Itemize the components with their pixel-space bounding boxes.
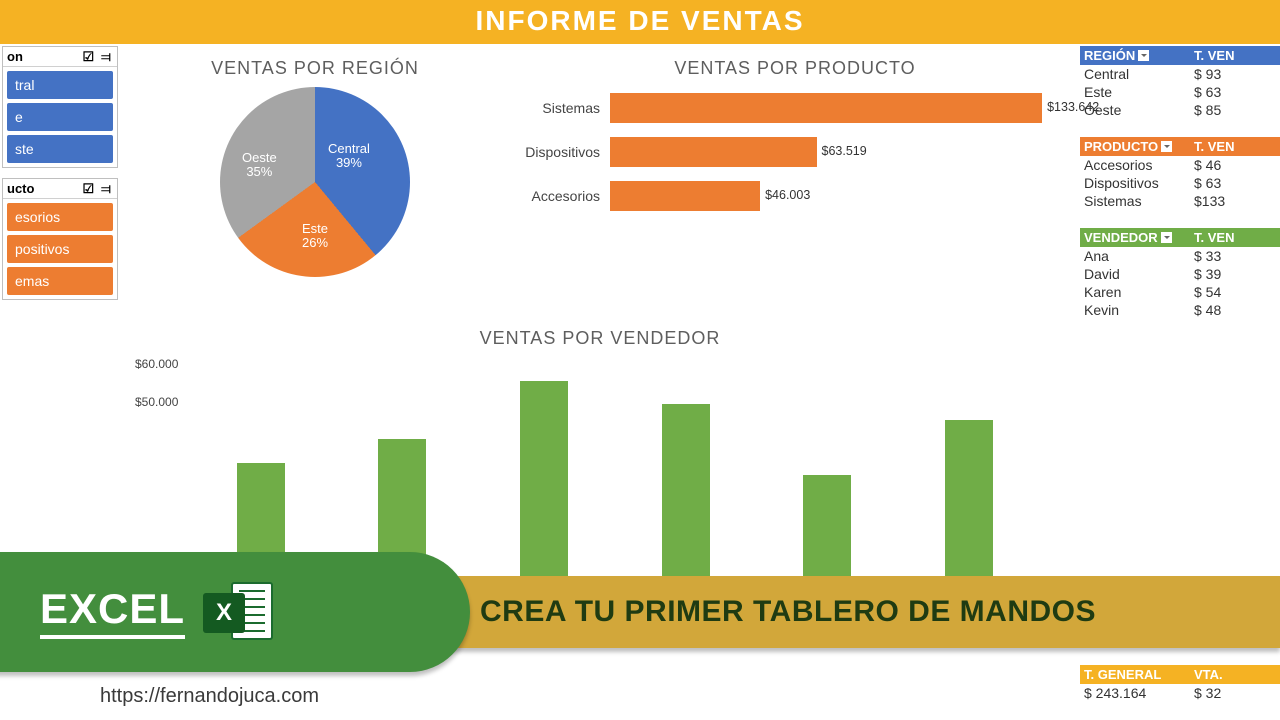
bar-cat: Sistemas bbox=[510, 100, 610, 116]
pie-label-central: Central39% bbox=[328, 142, 370, 171]
dropdown-icon[interactable] bbox=[1161, 232, 1172, 243]
slicer-item-este[interactable]: e bbox=[7, 103, 113, 131]
th-tven[interactable]: T. VEN bbox=[1194, 48, 1276, 63]
slicer-item-oeste[interactable]: ste bbox=[7, 135, 113, 163]
cell: $ 243.164 bbox=[1084, 685, 1194, 701]
clear-filter-icon[interactable]: ⫤ bbox=[99, 182, 113, 196]
th-tgeneral: T. GENERAL bbox=[1084, 667, 1194, 682]
col-lucas bbox=[803, 475, 851, 593]
table-total: T. GENERAL VTA. $ 243.164$ 32 bbox=[1080, 665, 1280, 702]
cell: Karen bbox=[1084, 284, 1194, 300]
xcat: David bbox=[379, 602, 412, 617]
th-producto[interactable]: PRODUCTO bbox=[1084, 139, 1158, 154]
bar-cat: Accesorios bbox=[510, 188, 610, 204]
bar-value: $63.519 bbox=[822, 144, 867, 158]
cell: $ 54 bbox=[1194, 284, 1276, 300]
th-region[interactable]: REGIÓN bbox=[1084, 48, 1135, 63]
slicer-region[interactable]: on ☑ ⫤ tral e ste bbox=[2, 46, 118, 168]
cell: $ 46 bbox=[1194, 157, 1276, 173]
chart-pie-region: VENTAS POR REGIÓN Central39% Este26% Oes… bbox=[130, 50, 500, 310]
chart-column-vendedor: VENTAS POR VENDEDOR $60.000 $50.000 Ana … bbox=[130, 320, 1070, 680]
cell: $ 63 bbox=[1194, 175, 1276, 191]
dropdown-icon[interactable] bbox=[1161, 141, 1172, 152]
cell: Kevin bbox=[1084, 302, 1194, 318]
slicer-region-label: on bbox=[7, 49, 23, 64]
cell: Ana bbox=[1084, 248, 1194, 264]
cell: Accesorios bbox=[1084, 157, 1194, 173]
table-producto: PRODUCTO T. VEN Accesorios$ 46 Dispositi… bbox=[1080, 137, 1280, 210]
multiselect-icon[interactable]: ☑ bbox=[81, 182, 95, 196]
slicer-producto[interactable]: ucto ☑ ⫤ esorios positivos emas bbox=[2, 178, 118, 300]
chart-bar-producto: VENTAS POR PRODUCTO Sistemas $133.642 Di… bbox=[510, 50, 1080, 310]
col-ana bbox=[237, 463, 285, 592]
cell: $ 85 bbox=[1194, 102, 1276, 118]
cell: Sistemas bbox=[1084, 193, 1194, 209]
cell: David bbox=[1084, 266, 1194, 282]
table-vendedor: VENDEDOR T. VEN Ana$ 33 David$ 39 Karen$… bbox=[1080, 228, 1280, 319]
cell: $ 32 bbox=[1194, 685, 1276, 701]
xcat: Karen bbox=[523, 602, 558, 617]
slicer-producto-label: ucto bbox=[7, 181, 34, 196]
multiselect-icon[interactable]: ☑ bbox=[81, 50, 95, 64]
cell: Central bbox=[1084, 66, 1194, 82]
cell: Dispositivos bbox=[1084, 175, 1194, 191]
col-sara bbox=[945, 420, 993, 592]
bar-value: $46.003 bbox=[765, 188, 810, 202]
chart-title: VENTAS POR VENDEDOR bbox=[130, 328, 1070, 349]
cell: $ 33 bbox=[1194, 248, 1276, 264]
cell: $ 48 bbox=[1194, 302, 1276, 318]
chart-title: VENTAS POR REGIÓN bbox=[130, 58, 500, 79]
cell: $ 93 bbox=[1194, 66, 1276, 82]
cell: Oeste bbox=[1084, 102, 1194, 118]
slicer-item-accesorios[interactable]: esorios bbox=[7, 203, 113, 231]
dropdown-icon[interactable] bbox=[1138, 50, 1149, 61]
th-tven[interactable]: T. VEN bbox=[1194, 139, 1276, 154]
cell: $ 39 bbox=[1194, 266, 1276, 282]
page-title: INFORME DE VENTAS bbox=[0, 0, 1280, 44]
clear-filter-icon[interactable]: ⫤ bbox=[99, 50, 113, 64]
xcat: Lucas bbox=[812, 602, 847, 617]
pie-label-oeste: Oeste35% bbox=[242, 151, 277, 180]
th-tven[interactable]: T. VEN bbox=[1194, 230, 1276, 245]
th-vendedor[interactable]: VENDEDOR bbox=[1084, 230, 1158, 245]
bar-cat: Dispositivos bbox=[510, 144, 610, 160]
overlay-url: https://fernandojuca.com bbox=[100, 685, 319, 708]
slicer-item-sistemas[interactable]: emas bbox=[7, 267, 113, 295]
th-vta: VTA. bbox=[1194, 667, 1276, 682]
xcat: Kevin bbox=[669, 602, 702, 617]
col-david bbox=[378, 439, 426, 592]
xcat: Ana bbox=[245, 602, 268, 617]
chart-title: VENTAS POR PRODUCTO bbox=[510, 58, 1080, 79]
col-kevin bbox=[662, 404, 710, 592]
cell: Este bbox=[1084, 84, 1194, 100]
table-region: REGIÓN T. VEN Central$ 93 Este$ 63 Oeste… bbox=[1080, 46, 1280, 119]
slicer-item-central[interactable]: tral bbox=[7, 71, 113, 99]
xcat: Sara bbox=[957, 602, 984, 617]
cell: $ 63 bbox=[1194, 84, 1276, 100]
ytick: $60.000 bbox=[135, 357, 185, 371]
pie-label-este: Este26% bbox=[302, 222, 328, 251]
slicer-item-dispositivos[interactable]: positivos bbox=[7, 235, 113, 263]
ytick: $50.000 bbox=[135, 395, 185, 409]
cell: $133 bbox=[1194, 193, 1276, 209]
col-karen bbox=[520, 381, 568, 593]
